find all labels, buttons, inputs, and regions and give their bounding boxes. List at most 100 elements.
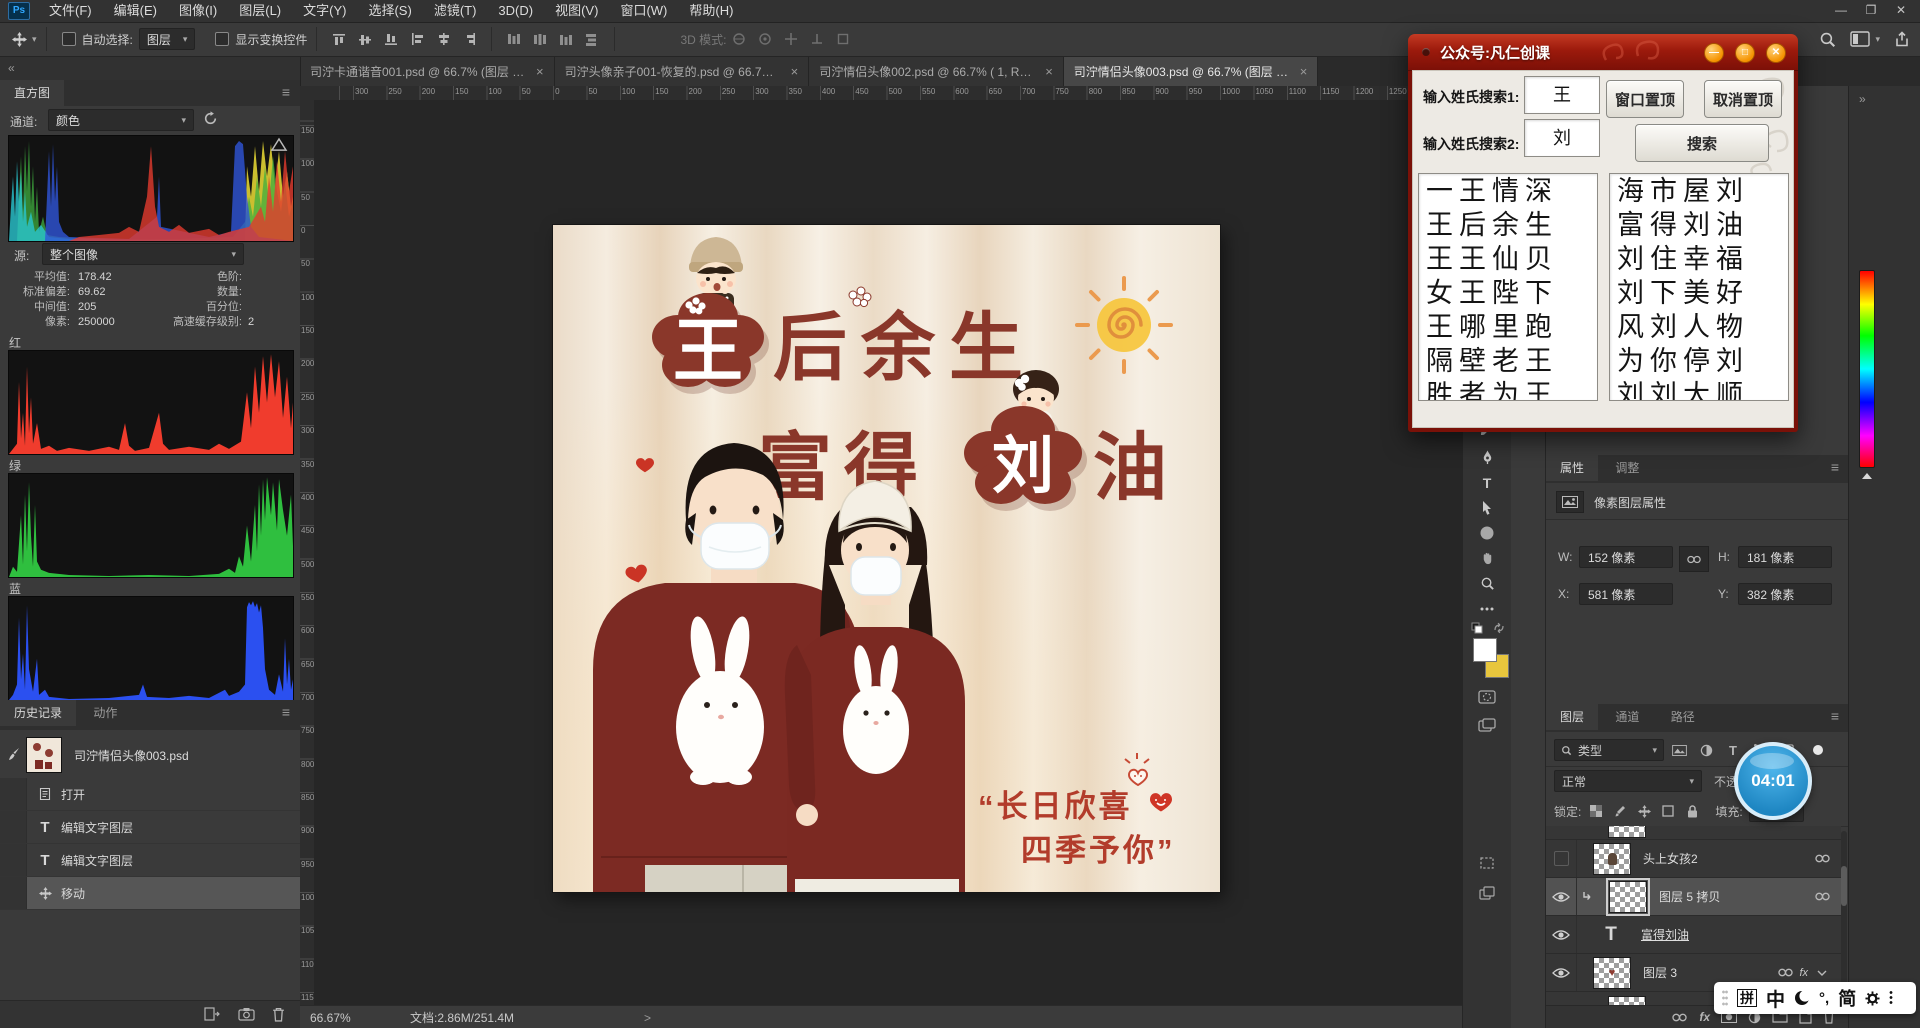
menu-item[interactable]: 滤镜(T) — [423, 0, 488, 22]
menu-item[interactable]: 图层(L) — [228, 0, 292, 22]
align-left-icon[interactable] — [406, 29, 428, 49]
gongzhonghao-search-dialog[interactable]: 公众号:凡仁创课 — □ ✕ 输入姓氏搜索1: 王 窗口置顶 取消置顶 输入姓氏… — [1408, 34, 1798, 432]
name-list-item[interactable]: 一王情深 — [1419, 174, 1597, 208]
ruler-vertical[interactable]: 1501005005010015020025030035040045050055… — [300, 100, 315, 1005]
name-list-item[interactable]: 女王陛下 — [1419, 276, 1597, 310]
restore-window-icon[interactable]: ❐ — [1856, 0, 1886, 22]
distribute-bottom-icon[interactable] — [555, 29, 577, 49]
name-list-item[interactable]: 胜者为王 — [1419, 378, 1597, 401]
menu-item[interactable]: 3D(D) — [487, 0, 544, 22]
tab-properties[interactable]: 属性 — [1546, 455, 1598, 481]
foreground-color-swatch[interactable] — [1473, 638, 1497, 662]
screen-recorder-bubble[interactable]: 04:01 — [1734, 742, 1812, 820]
status-chevron-icon[interactable]: > — [644, 1011, 651, 1025]
document-tab[interactable]: 司泞情侣头像002.psd @ 66.7% ( 1, RGB...× — [809, 56, 1064, 86]
tab-close-icon[interactable]: × — [1045, 64, 1053, 79]
artboard-export-icon[interactable] — [1478, 854, 1496, 872]
tab-channels[interactable]: 通道 — [1601, 704, 1653, 730]
close-window-icon[interactable]: ✕ — [1886, 0, 1916, 22]
collapse-panels-icon[interactable]: « — [0, 56, 300, 80]
name-list-item[interactable]: 王哪里跑 — [1419, 310, 1597, 344]
channel-dropdown[interactable]: 颜色 ▾ — [48, 109, 194, 131]
tab-actions[interactable]: 动作 — [79, 700, 131, 726]
hand-tool-icon[interactable] — [1478, 549, 1496, 567]
ime-settings-gear-icon[interactable] — [1865, 991, 1880, 1006]
tab-layers[interactable]: 图层 — [1546, 704, 1598, 730]
panel-menu-icon[interactable]: ≡ — [282, 704, 290, 720]
align-bottom-icon[interactable] — [380, 29, 402, 49]
lock-position-icon[interactable] — [1635, 803, 1653, 819]
expand-panels-icon[interactable]: » — [1859, 92, 1866, 106]
history-entry[interactable]: 打开 — [0, 778, 300, 811]
history-entry[interactable]: T编辑文字图层 — [0, 811, 300, 844]
lock-transparency-icon[interactable] — [1587, 803, 1605, 819]
name-list-item[interactable]: 风刘人物 — [1610, 310, 1788, 344]
ime-pinyin-icon[interactable]: 拼 — [1737, 989, 1757, 1007]
copy-panel-icon[interactable] — [1478, 884, 1496, 902]
ime-drag-handle[interactable] — [1722, 989, 1728, 1007]
tab-history[interactable]: 历史记录 — [0, 700, 76, 726]
lock-pixels-brush-icon[interactable] — [1611, 803, 1629, 819]
auto-select-checkbox[interactable] — [62, 32, 76, 46]
distribute-vertical-icon[interactable] — [529, 29, 551, 49]
ime-simplified-icon[interactable]: 简 — [1838, 985, 1856, 1011]
menu-item[interactable]: 选择(S) — [357, 0, 422, 22]
type-tool-icon[interactable]: T — [1478, 474, 1496, 492]
name-list-item[interactable]: 王后余生 — [1419, 208, 1597, 242]
quick-mask-icon[interactable] — [1478, 688, 1496, 706]
tool-preset-chevron-icon[interactable]: ▾ — [32, 34, 37, 45]
name-list-item[interactable]: 王王仙贝 — [1419, 242, 1597, 276]
ime-language-icon[interactable]: 中 — [1766, 985, 1785, 1012]
new-snapshot-camera-icon[interactable] — [238, 1007, 256, 1023]
name-list-item[interactable]: 刘刘大顺 — [1610, 378, 1788, 401]
ime-more-icon[interactable] — [1889, 990, 1893, 1006]
w-value-field[interactable]: 152 像素 — [1579, 546, 1673, 568]
ime-fullhalf-moon-icon[interactable] — [1794, 990, 1810, 1006]
zoom-level-field[interactable]: 66.67% — [310, 1011, 380, 1025]
tab-paths[interactable]: 路径 — [1657, 704, 1709, 730]
history-entry[interactable]: 移动 — [0, 877, 300, 910]
ruler-horizontal[interactable]: 3002502001501005005010015020025030035040… — [314, 86, 1462, 101]
refresh-histogram-icon[interactable] — [203, 111, 218, 126]
dialog-minimize-icon[interactable]: — — [1704, 43, 1724, 63]
visibility-toggle[interactable] — [1546, 954, 1577, 991]
history-brush-source-icon[interactable] — [6, 747, 22, 763]
tab-close-icon[interactable]: × — [791, 64, 799, 79]
layer-row[interactable]: T富得刘油 — [1546, 916, 1841, 954]
layer-filter-dropdown[interactable]: 类型 ▾ — [1554, 739, 1664, 761]
tab-histogram[interactable]: 直方图 — [0, 80, 64, 106]
layer-row-partial[interactable] — [1546, 826, 1841, 840]
search1-input[interactable]: 王 — [1524, 76, 1600, 114]
history-brush-well[interactable] — [0, 778, 27, 810]
liu-results-list[interactable]: 海市屋刘富得刘油刘住幸福刘下美好风刘人物为你停刘刘刘大顺 — [1609, 173, 1789, 401]
layer-row[interactable]: 头上女孩2 — [1546, 840, 1841, 878]
menu-item[interactable]: 视图(V) — [544, 0, 609, 22]
wang-results-list[interactable]: 一王情深王后余生王王仙贝女王陛下王哪里跑隔壁老王胜者为王 — [1418, 173, 1598, 401]
distribute-top-icon[interactable] — [503, 29, 525, 49]
menu-item[interactable]: 文字(Y) — [292, 0, 357, 22]
auto-select-dropdown[interactable]: 图层 ▾ — [139, 28, 196, 50]
menu-item[interactable]: 编辑(E) — [103, 0, 168, 22]
visibility-toggle[interactable] — [1546, 916, 1577, 953]
align-vertical-center-icon[interactable] — [354, 29, 376, 49]
align-right-icon[interactable] — [458, 29, 480, 49]
path-selection-tool-icon[interactable] — [1478, 499, 1496, 517]
lock-artboard-icon[interactable] — [1659, 803, 1677, 819]
document-tab[interactable]: 司泞情侣头像003.psd @ 66.7% (图层 5 拷贝, RGB/8) *… — [1064, 56, 1319, 86]
document-tab[interactable]: 司泞头像亲子001-恢复的.psd @ 66.7% ...× — [555, 56, 810, 86]
align-horizontal-center-icon[interactable] — [432, 29, 454, 49]
delete-state-trash-icon[interactable] — [272, 1007, 290, 1023]
tab-adjustments[interactable]: 调整 — [1601, 455, 1653, 481]
name-list-item[interactable]: 海市屋刘 — [1610, 174, 1788, 208]
search-button[interactable]: 搜索 — [1635, 124, 1769, 162]
history-brush-well[interactable] — [0, 877, 27, 909]
blend-mode-dropdown[interactable]: 正常 ▾ — [1554, 770, 1702, 792]
visibility-toggle[interactable] — [1546, 878, 1577, 915]
tab-close-icon[interactable]: × — [536, 64, 544, 79]
show-transform-checkbox[interactable] — [215, 32, 229, 46]
edit-toolbar-dots-icon[interactable] — [1478, 600, 1496, 618]
x-value-field[interactable]: 581 像素 — [1579, 583, 1673, 605]
document-canvas[interactable]: 王 后余生 — [553, 225, 1220, 892]
panel-menu-icon[interactable]: ≡ — [1831, 708, 1839, 724]
menu-item[interactable]: 窗口(W) — [609, 0, 678, 22]
